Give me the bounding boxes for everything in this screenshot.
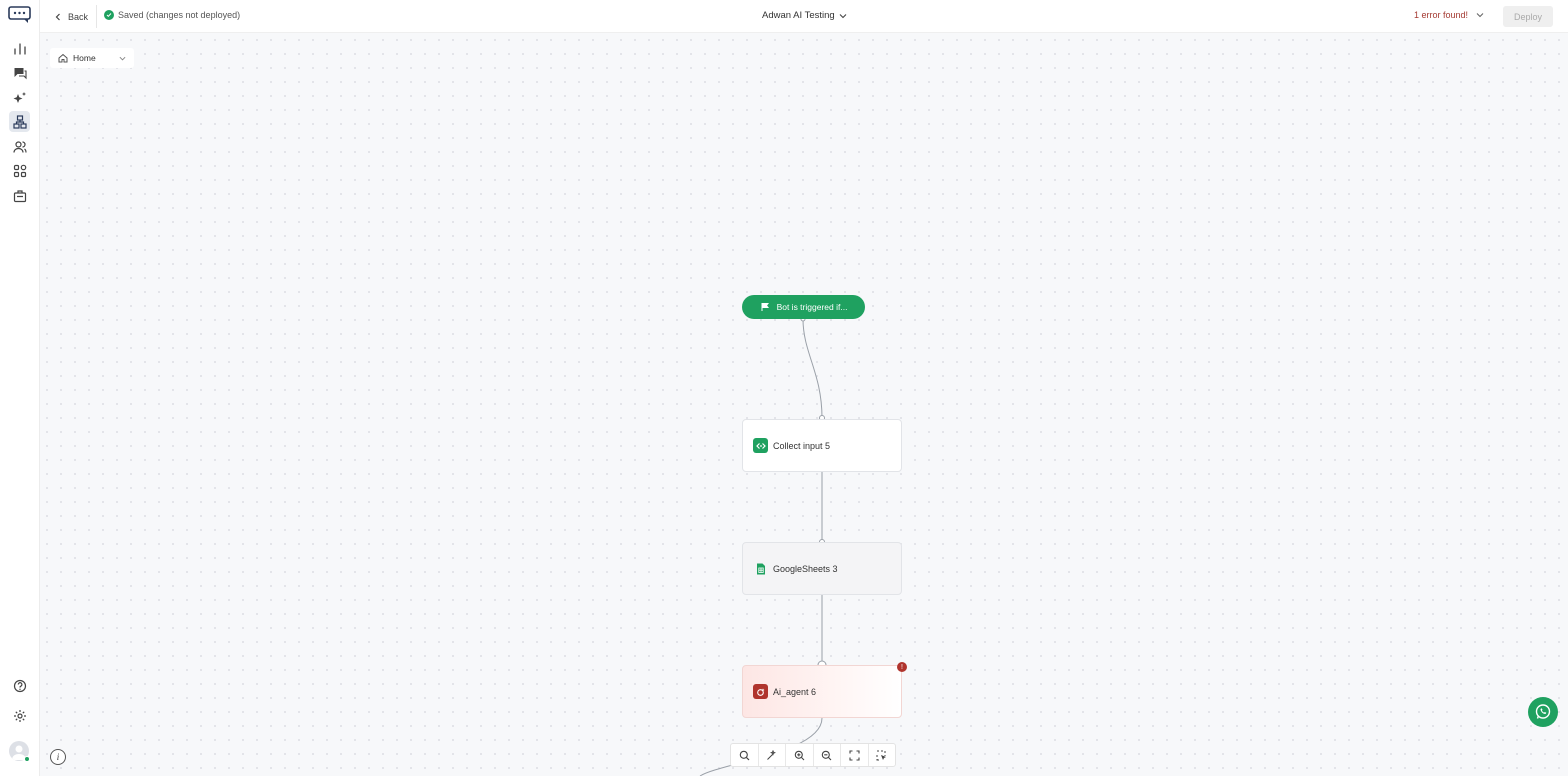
- node-error-badge[interactable]: !: [897, 662, 907, 672]
- fit-view-button[interactable]: [841, 744, 869, 766]
- search-icon: [739, 750, 750, 760]
- whatsapp-chat-button[interactable]: [1528, 697, 1558, 727]
- auto-arrange-button[interactable]: [759, 744, 786, 766]
- flow-canvas[interactable]: Home Bot is triggered if... Collect inpu…: [40, 33, 1568, 776]
- info-button[interactable]: i: [50, 749, 66, 765]
- chevron-down-icon: [1476, 13, 1484, 18]
- online-status-dot: [24, 756, 30, 762]
- deploy-button[interactable]: Deploy: [1503, 6, 1553, 27]
- settings-icon: [13, 709, 26, 722]
- ai-agent-icon: [753, 684, 768, 699]
- sidebar-item-ai[interactable]: [9, 87, 30, 108]
- back-label: Back: [68, 11, 89, 22]
- bot-name: Adwan AI Testing: [762, 10, 835, 21]
- zoom-in-icon: [794, 750, 805, 760]
- back-button[interactable]: Back: [54, 8, 88, 25]
- conversations-icon: [14, 67, 27, 79]
- fullscreen-icon: [849, 749, 860, 761]
- zoom-in-button[interactable]: [786, 744, 814, 766]
- search-button[interactable]: [731, 744, 759, 766]
- integrations-icon: [13, 164, 26, 177]
- logo-icon[interactable]: [8, 6, 31, 24]
- help-icon: [13, 679, 26, 692]
- flow-builder-icon: [12, 114, 27, 129]
- ai-sparkle-icon: [13, 91, 26, 103]
- node-label: Collect input 5: [773, 440, 831, 451]
- flow-node-google-sheets[interactable]: GoogleSheets 3: [742, 542, 902, 595]
- node-label: Ai_agent 6: [773, 686, 817, 697]
- analytics-icon: [13, 42, 26, 55]
- zoom-out-icon: [822, 750, 832, 760]
- chevron-down-icon: [119, 56, 126, 60]
- sidebar-item-integrations[interactable]: [9, 160, 30, 181]
- sidebar-item-campaigns[interactable]: [9, 185, 30, 206]
- trigger-node[interactable]: Bot is triggered if...: [742, 295, 865, 319]
- node-label: GoogleSheets 3: [773, 563, 838, 574]
- campaigns-icon: [13, 189, 26, 202]
- sidebar-item-contacts[interactable]: [9, 136, 30, 157]
- canvas-toolbar: [730, 743, 896, 767]
- magic-wand-icon: [767, 749, 777, 760]
- save-status: Saved (changes not deployed): [104, 10, 240, 20]
- check-circle-icon: [104, 10, 114, 20]
- chevron-down-icon: [839, 13, 847, 18]
- top-bar: Back Saved (changes not deployed) Adwan …: [40, 0, 1568, 33]
- breadcrumb-label: Home: [73, 53, 96, 63]
- flag-icon: [761, 303, 769, 311]
- google-sheets-icon: [753, 561, 768, 576]
- flow-node-collect-input[interactable]: Collect input 5: [742, 419, 902, 472]
- save-status-text: Saved (changes not deployed): [118, 10, 241, 20]
- sidebar-item-help[interactable]: [9, 675, 30, 696]
- whatsapp-icon: [1535, 704, 1551, 719]
- select-mode-button[interactable]: [869, 744, 896, 766]
- sidebar-item-flow-builder[interactable]: [9, 111, 30, 132]
- home-icon: [58, 53, 68, 63]
- bot-name-dropdown[interactable]: Adwan AI Testing: [762, 10, 847, 21]
- error-dropdown[interactable]: 1 error found!: [1414, 10, 1484, 20]
- zoom-out-button[interactable]: [814, 744, 841, 766]
- trigger-label: Bot is triggered if...: [776, 302, 848, 312]
- sidebar-item-analytics[interactable]: [9, 38, 30, 59]
- collect-input-icon: [753, 438, 768, 453]
- selection-icon: [876, 750, 887, 760]
- divider: [96, 5, 97, 28]
- home-breadcrumb-dropdown[interactable]: Home: [50, 48, 134, 68]
- flow-node-ai-agent[interactable]: Ai_agent 6: [742, 665, 902, 718]
- sidebar-item-conversations[interactable]: [9, 62, 30, 83]
- sidebar-item-settings[interactable]: [9, 705, 30, 726]
- chevron-left-icon: [55, 13, 60, 20]
- contacts-icon: [12, 140, 27, 153]
- sidebar: [0, 0, 40, 776]
- error-text: 1 error found!: [1414, 10, 1469, 20]
